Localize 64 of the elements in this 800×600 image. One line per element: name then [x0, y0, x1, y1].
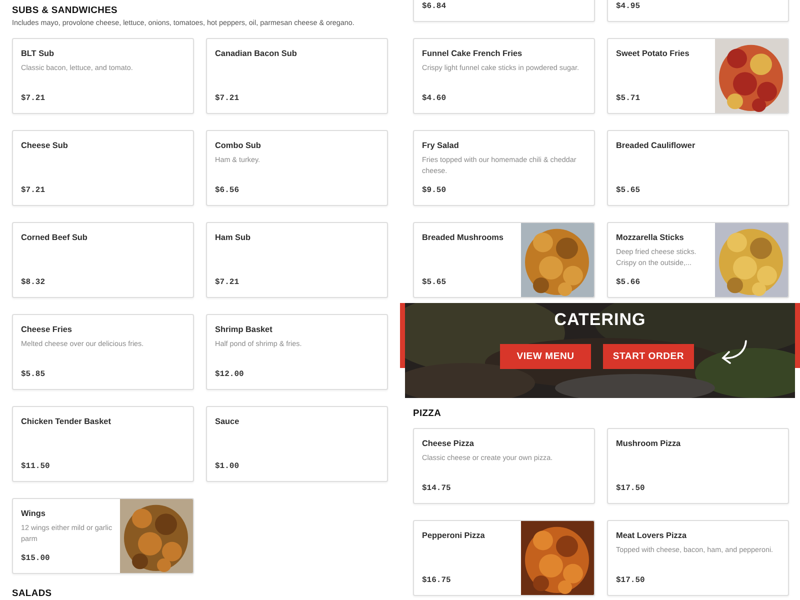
menu-item-card[interactable]: Chicken Tender Basket $11.50 — [12, 406, 194, 482]
item-price: $5.66 — [616, 278, 642, 288]
menu-item-card[interactable]: $6.84 — [413, 0, 595, 22]
item-name: Cheese Pizza — [422, 438, 475, 449]
menu-item-card[interactable]: Sauce $1.00 — [206, 406, 388, 482]
item-name: Wings — [21, 508, 46, 519]
item-price: $1.00 — [215, 462, 240, 472]
item-price: $6.56 — [215, 186, 240, 196]
item-price: $7.21 — [21, 186, 46, 196]
menu-item-card[interactable]: Corned Beef Sub $8.32 — [12, 222, 194, 298]
menu-item-card[interactable]: Canadian Bacon Sub $7.21 — [206, 38, 388, 114]
item-price: $15.00 — [21, 554, 51, 564]
item-name: Funnel Cake French Fries — [422, 48, 524, 59]
item-price: $5.65 — [422, 278, 448, 288]
menu-item-card[interactable]: Breaded Mushrooms $5.65 — [413, 222, 595, 298]
section-heading: SALADS — [12, 587, 53, 598]
menu-item-card[interactable]: Breaded Cauliflower $5.65 — [607, 130, 789, 206]
banner-title: CATERING — [554, 310, 646, 330]
item-price: $7.21 — [215, 94, 240, 104]
curved-arrow-icon — [719, 339, 749, 364]
item-price: $9.50 — [422, 186, 448, 196]
item-price: $16.75 — [422, 576, 452, 586]
item-price: $17.50 — [616, 484, 646, 494]
item-name: Canadian Bacon Sub — [215, 48, 298, 59]
item-name: Combo Sub — [215, 140, 262, 151]
item-name: Cheese Sub — [21, 140, 69, 151]
item-price: $14.75 — [422, 484, 452, 494]
item-price: $11.50 — [21, 462, 51, 472]
menu-item-card[interactable]: Cheese Sub $7.21 — [12, 130, 194, 206]
item-price: $7.21 — [21, 94, 46, 104]
menu-item-card[interactable]: Ham Sub $7.21 — [206, 222, 388, 298]
item-name: Sweet Potato Fries — [616, 48, 690, 59]
item-name: Shrimp Basket — [215, 324, 274, 335]
menu-item-card[interactable]: Mushroom Pizza $17.50 — [607, 428, 789, 504]
item-name: Cheese Fries — [21, 324, 73, 335]
menu-item-card[interactable]: Pepperoni Pizza $16.75 — [413, 520, 595, 596]
item-price: $8.32 — [21, 278, 46, 288]
item-name: Sauce — [215, 416, 240, 427]
item-name: Meat Lovers Pizza — [616, 530, 688, 541]
item-name: Mushroom Pizza — [616, 438, 682, 449]
section-heading: SUBS & SANDWICHES — [12, 4, 118, 15]
menu-item-card[interactable]: Sweet Potato Fries $5.71 — [607, 38, 789, 114]
item-price: $6.84 — [422, 2, 448, 12]
item-price: $5.65 — [616, 186, 642, 196]
start-order-button[interactable]: START ORDER — [603, 344, 694, 369]
item-name: Mozzarella Sticks — [616, 232, 685, 243]
item-price: $17.50 — [616, 576, 646, 586]
item-price: $4.95 — [616, 2, 642, 12]
item-name: Pepperoni Pizza — [422, 530, 486, 541]
item-price: $5.85 — [21, 370, 46, 380]
item-price: $12.00 — [215, 370, 245, 380]
item-price: $4.60 — [422, 94, 448, 104]
item-name: Corned Beef Sub — [21, 232, 88, 243]
view-menu-button[interactable]: VIEW MENU — [500, 344, 591, 369]
item-name: Ham Sub — [215, 232, 252, 243]
item-name: Breaded Mushrooms — [422, 232, 504, 243]
section-heading: PIZZA — [413, 407, 442, 418]
item-name: Chicken Tender Basket — [21, 416, 112, 427]
item-name: BLT Sub — [21, 48, 56, 59]
item-name: Breaded Cauliflower — [616, 140, 696, 151]
menu-item-card[interactable]: $4.95 — [607, 0, 789, 22]
item-price: $5.71 — [616, 94, 642, 104]
item-name: Fry Salad — [422, 140, 460, 151]
item-price: $7.21 — [215, 278, 240, 288]
